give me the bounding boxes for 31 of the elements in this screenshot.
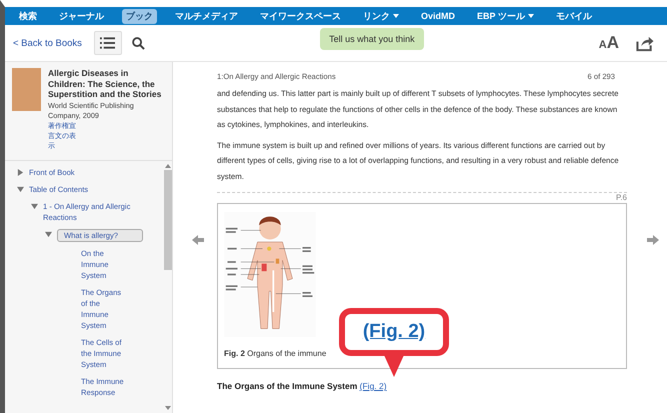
nav-item[interactable]: マイワークスペース <box>256 8 345 24</box>
font-size-button[interactable]: AA <box>598 33 620 53</box>
search-icon[interactable] <box>132 36 145 50</box>
list-view-button[interactable] <box>94 31 122 55</box>
share-icon[interactable] <box>635 34 656 52</box>
scroll-down-icon[interactable] <box>164 406 170 410</box>
nav-item[interactable]: リンク <box>359 8 403 24</box>
expanded-triangle-icon[interactable] <box>17 186 24 193</box>
expanded-triangle-icon[interactable] <box>45 231 52 238</box>
nav-item[interactable]: モバイル <box>552 8 596 24</box>
nav-item[interactable]: 検索 <box>15 8 41 24</box>
nav-item[interactable]: OvidMD <box>417 10 460 22</box>
book-title: Allergic Diseases in Children: The Science, the Superstition and the Stories <box>48 68 162 100</box>
book-cover-placeholder <box>12 68 41 111</box>
feedback-button[interactable]: Tell us what you think <box>320 28 424 50</box>
section-heading: The Organs of the Immune System <box>217 381 358 391</box>
list-icon <box>100 37 116 49</box>
back-link[interactable]: < Back to Books <box>13 38 82 48</box>
expanded-triangle-icon[interactable] <box>31 203 38 210</box>
scroll-up-icon[interactable] <box>164 164 170 168</box>
nav-item[interactable]: EBP ツール <box>473 8 538 24</box>
nav-item[interactable]: ブック <box>122 8 157 24</box>
previous-page-arrow-icon[interactable] <box>192 235 204 245</box>
nav-item[interactable]: マルチメディア <box>171 8 242 24</box>
figure-link[interactable]: (Fig. 2) <box>360 381 387 391</box>
collapsed-triangle-icon[interactable] <box>17 169 24 176</box>
scrollbar-thumb[interactable] <box>164 170 172 270</box>
page-marker: P.6 <box>615 193 627 202</box>
nav-item[interactable]: ジャーナル <box>55 8 108 24</box>
next-page-arrow-icon[interactable] <box>647 235 659 245</box>
figure-caption: Fig. 2 Organs of the immune <box>224 349 328 358</box>
